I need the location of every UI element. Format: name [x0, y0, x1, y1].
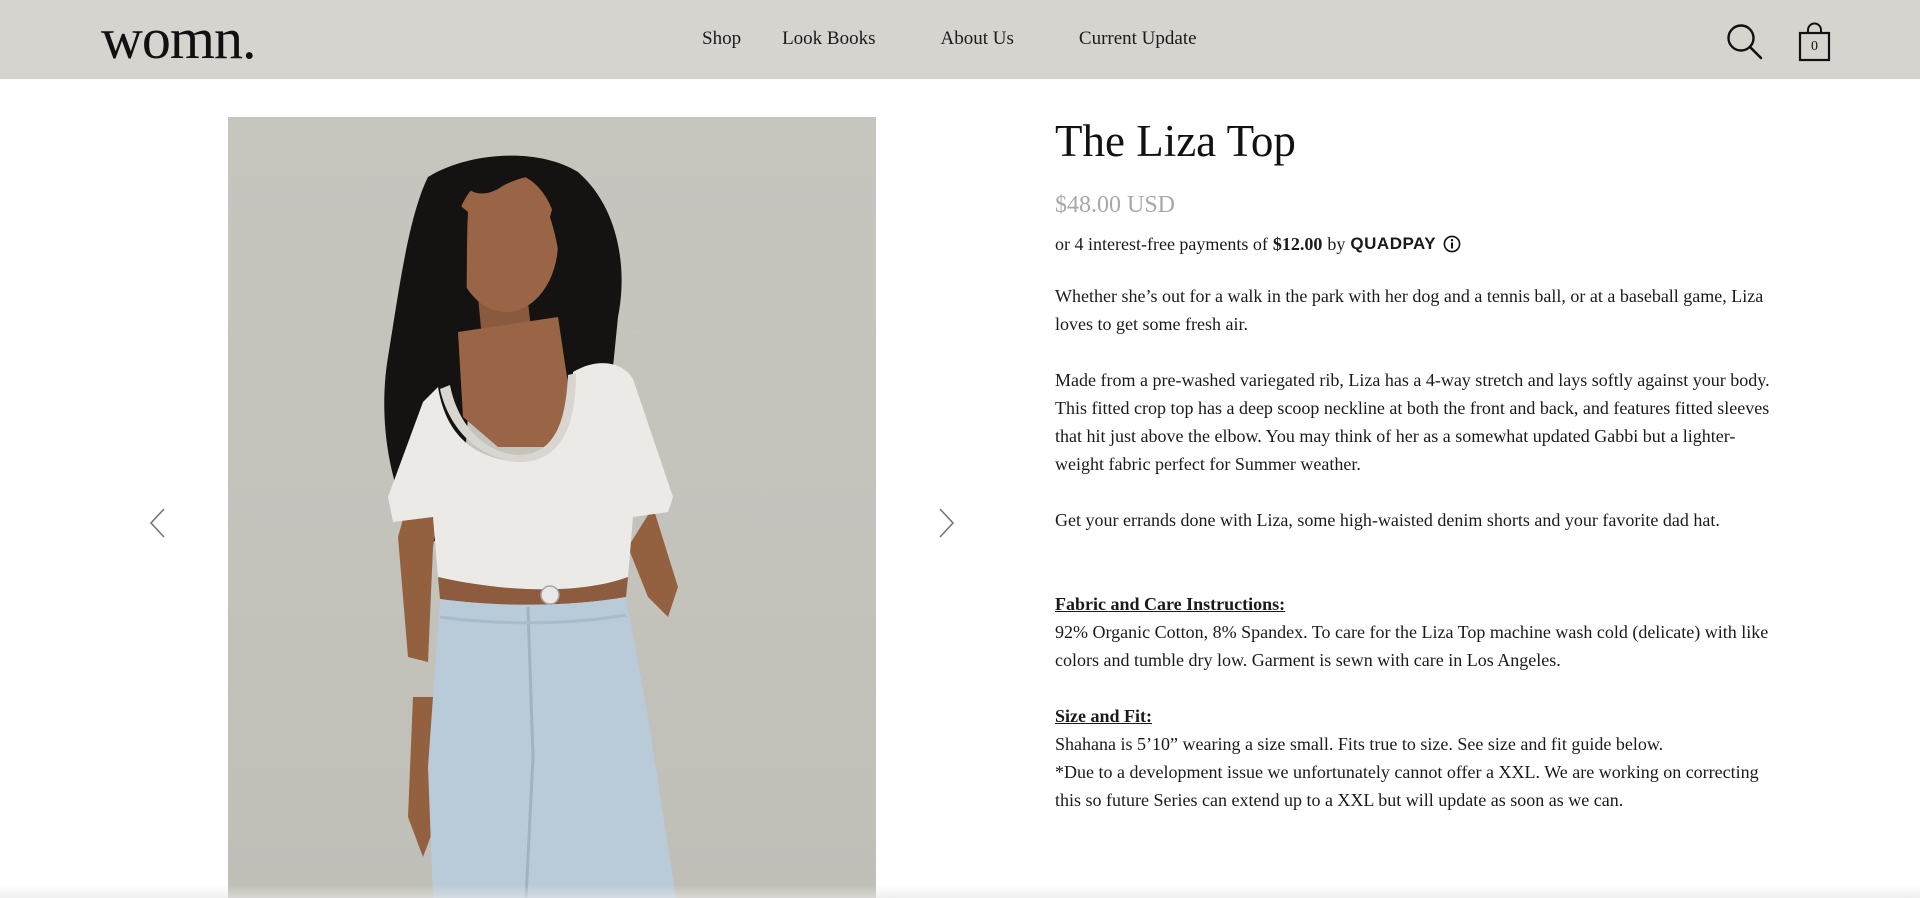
- product-image[interactable]: [228, 117, 876, 898]
- chevron-left-icon[interactable]: [146, 506, 170, 540]
- installment-amount: $12.00: [1272, 234, 1323, 254]
- chevron-right-icon[interactable]: [934, 506, 958, 540]
- description-paragraph: Whether she’s out for a walk in the park…: [1055, 286, 1764, 334]
- care-heading: Fabric and Care Instructions:: [1055, 594, 1286, 614]
- size-fit-text: Shahana is 5’10” wearing a size small. F…: [1055, 734, 1664, 754]
- info-icon[interactable]: [1443, 235, 1461, 253]
- installment-by: by: [1327, 234, 1346, 254]
- product-image-illustration: [384, 155, 678, 898]
- description-paragraph: Get your errands done with Liza, some hi…: [1055, 510, 1720, 530]
- installment-prefix: or 4 interest-free payments of: [1055, 234, 1268, 254]
- product-price: $48.00 USD: [1055, 192, 1176, 218]
- size-fit-heading: Size and Fit:: [1055, 706, 1152, 726]
- nav-current-update[interactable]: Current Update: [1079, 27, 1197, 51]
- nav-shop[interactable]: Shop: [702, 27, 741, 51]
- main-nav: Shop Look Books About Us Current Update: [702, 27, 1197, 51]
- brand-logo[interactable]: womn.: [101, 4, 256, 74]
- installment-offer: or 4 interest-free payments of $12.00 by…: [1055, 232, 1775, 256]
- size-fit-note: *Due to a development issue we unfortuna…: [1055, 762, 1759, 810]
- quadpay-logo: QUADPAY: [1350, 234, 1437, 253]
- cart-count-badge: 0: [1811, 39, 1818, 54]
- nav-about-us[interactable]: About Us: [941, 27, 1014, 51]
- shopping-bag-icon[interactable]: 0: [1798, 22, 1831, 62]
- description-paragraph: Made from a pre-washed variegated rib, L…: [1055, 370, 1770, 474]
- product-title: The Liza Top: [1055, 116, 1296, 166]
- site-header: womn. Shop Look Books About Us Current U…: [0, 0, 1920, 79]
- search-icon[interactable]: [1726, 23, 1764, 61]
- care-text: 92% Organic Cotton, 8% Spandex. To care …: [1055, 622, 1769, 670]
- product-info: The Liza Top $48.00 USD or 4 interest-fr…: [1055, 113, 1775, 814]
- nav-look-books[interactable]: Look Books: [782, 27, 875, 51]
- bottom-shadow: [0, 885, 1920, 898]
